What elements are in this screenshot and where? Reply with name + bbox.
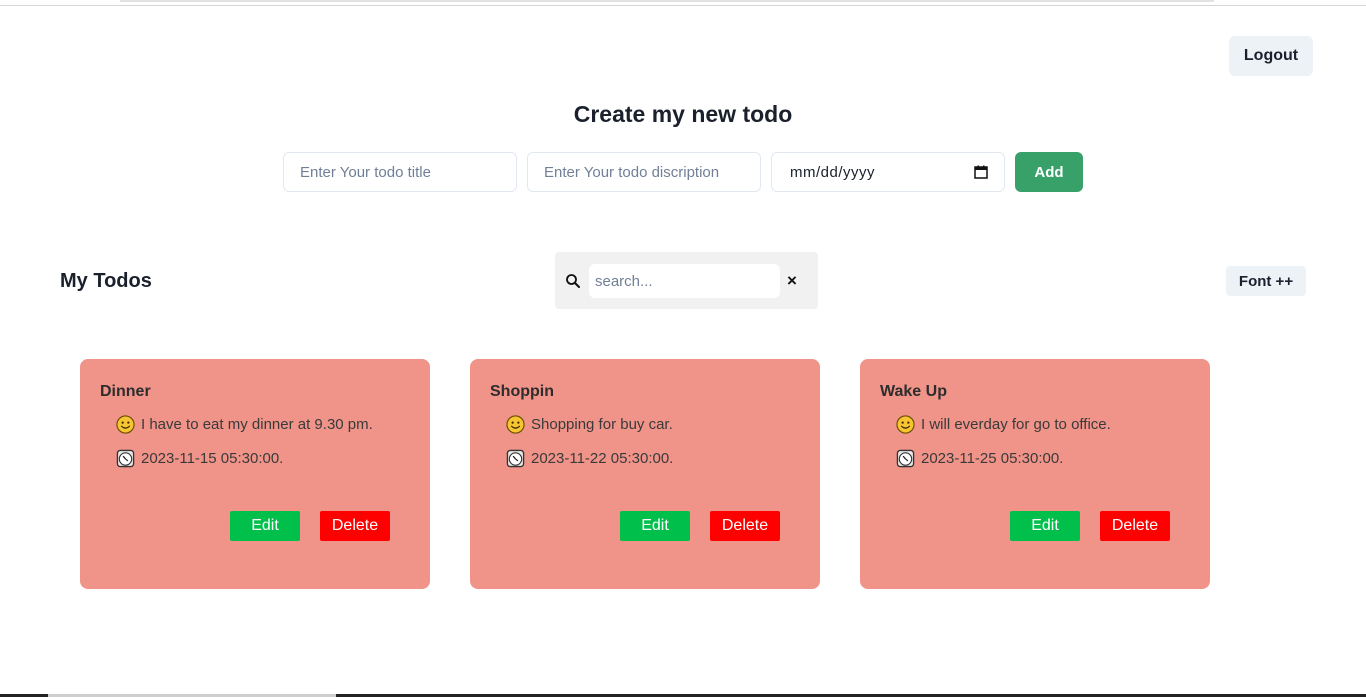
todo-card-date-row: 2023-11-15 05:30:00.	[116, 449, 283, 468]
delete-button[interactable]: Delete	[1100, 511, 1170, 541]
calendar-icon[interactable]	[974, 165, 988, 179]
clear-search-icon[interactable]: ×	[787, 272, 801, 289]
smiley-icon	[116, 415, 135, 434]
todo-card-title: Dinner	[100, 383, 151, 400]
todo-card-description: I will everday for go to office.	[921, 416, 1111, 433]
todo-card-date-row: 2023-11-25 05:30:00.	[896, 449, 1063, 468]
todo-card: Dinner I have to eat my dinner at 9.30 p…	[80, 359, 430, 589]
todo-card: Wake Up I will everday for go to office.…	[860, 359, 1210, 589]
todo-title-placeholder: Enter Your todo title	[300, 163, 431, 181]
todo-card-description: I have to eat my dinner at 9.30 pm.	[141, 416, 373, 433]
todo-card-title: Shoppin	[490, 383, 554, 400]
clock-icon	[116, 449, 135, 468]
todo-title-input[interactable]: Enter Your todo title	[283, 152, 517, 192]
todo-card-date: 2023-11-25 05:30:00.	[921, 450, 1064, 467]
todo-card-description-row: Shopping for buy car.	[506, 415, 673, 434]
smiley-icon	[506, 415, 525, 434]
delete-button[interactable]: Delete	[710, 511, 780, 541]
delete-button[interactable]: Delete	[320, 511, 390, 541]
top-scroll-strip	[120, 0, 1214, 2]
search-input[interactable]: search...	[589, 264, 780, 298]
smiley-icon	[896, 415, 915, 434]
edit-button[interactable]: Edit	[620, 511, 690, 541]
todo-card: Shoppin Shopping for buy car. 2023-11-22…	[470, 359, 820, 589]
search-icon	[565, 273, 581, 289]
page-title: Create my new todo	[573, 101, 793, 127]
top-divider	[0, 5, 1366, 6]
todo-date-input[interactable]: mm/dd/yyyy	[771, 152, 1005, 192]
todo-description-placeholder: Enter Your todo discription	[544, 163, 720, 181]
todo-date-placeholder: mm/dd/yyyy	[790, 163, 876, 181]
logout-button[interactable]: Logout	[1229, 36, 1313, 76]
clock-icon	[896, 449, 915, 468]
edit-button[interactable]: Edit	[1010, 511, 1080, 541]
search-placeholder: search...	[595, 272, 653, 290]
clock-icon	[506, 449, 525, 468]
todo-description-input[interactable]: Enter Your todo discription	[527, 152, 761, 192]
add-todo-button[interactable]: Add	[1015, 152, 1083, 192]
todo-card-description-row: I have to eat my dinner at 9.30 pm.	[116, 415, 373, 434]
todo-card-description-row: I will everday for go to office.	[896, 415, 1111, 434]
todo-card-date: 2023-11-15 05:30:00.	[141, 450, 284, 467]
todo-card-date: 2023-11-22 05:30:00.	[531, 450, 674, 467]
todo-card-title: Wake Up	[880, 383, 947, 400]
edit-button[interactable]: Edit	[230, 511, 300, 541]
todo-card-date-row: 2023-11-22 05:30:00.	[506, 449, 673, 468]
font-increase-button[interactable]: Font ++	[1226, 266, 1306, 296]
todo-card-description: Shopping for buy car.	[531, 416, 673, 433]
search-bar: search... ×	[555, 252, 818, 309]
my-todos-heading: My Todos	[60, 270, 152, 292]
